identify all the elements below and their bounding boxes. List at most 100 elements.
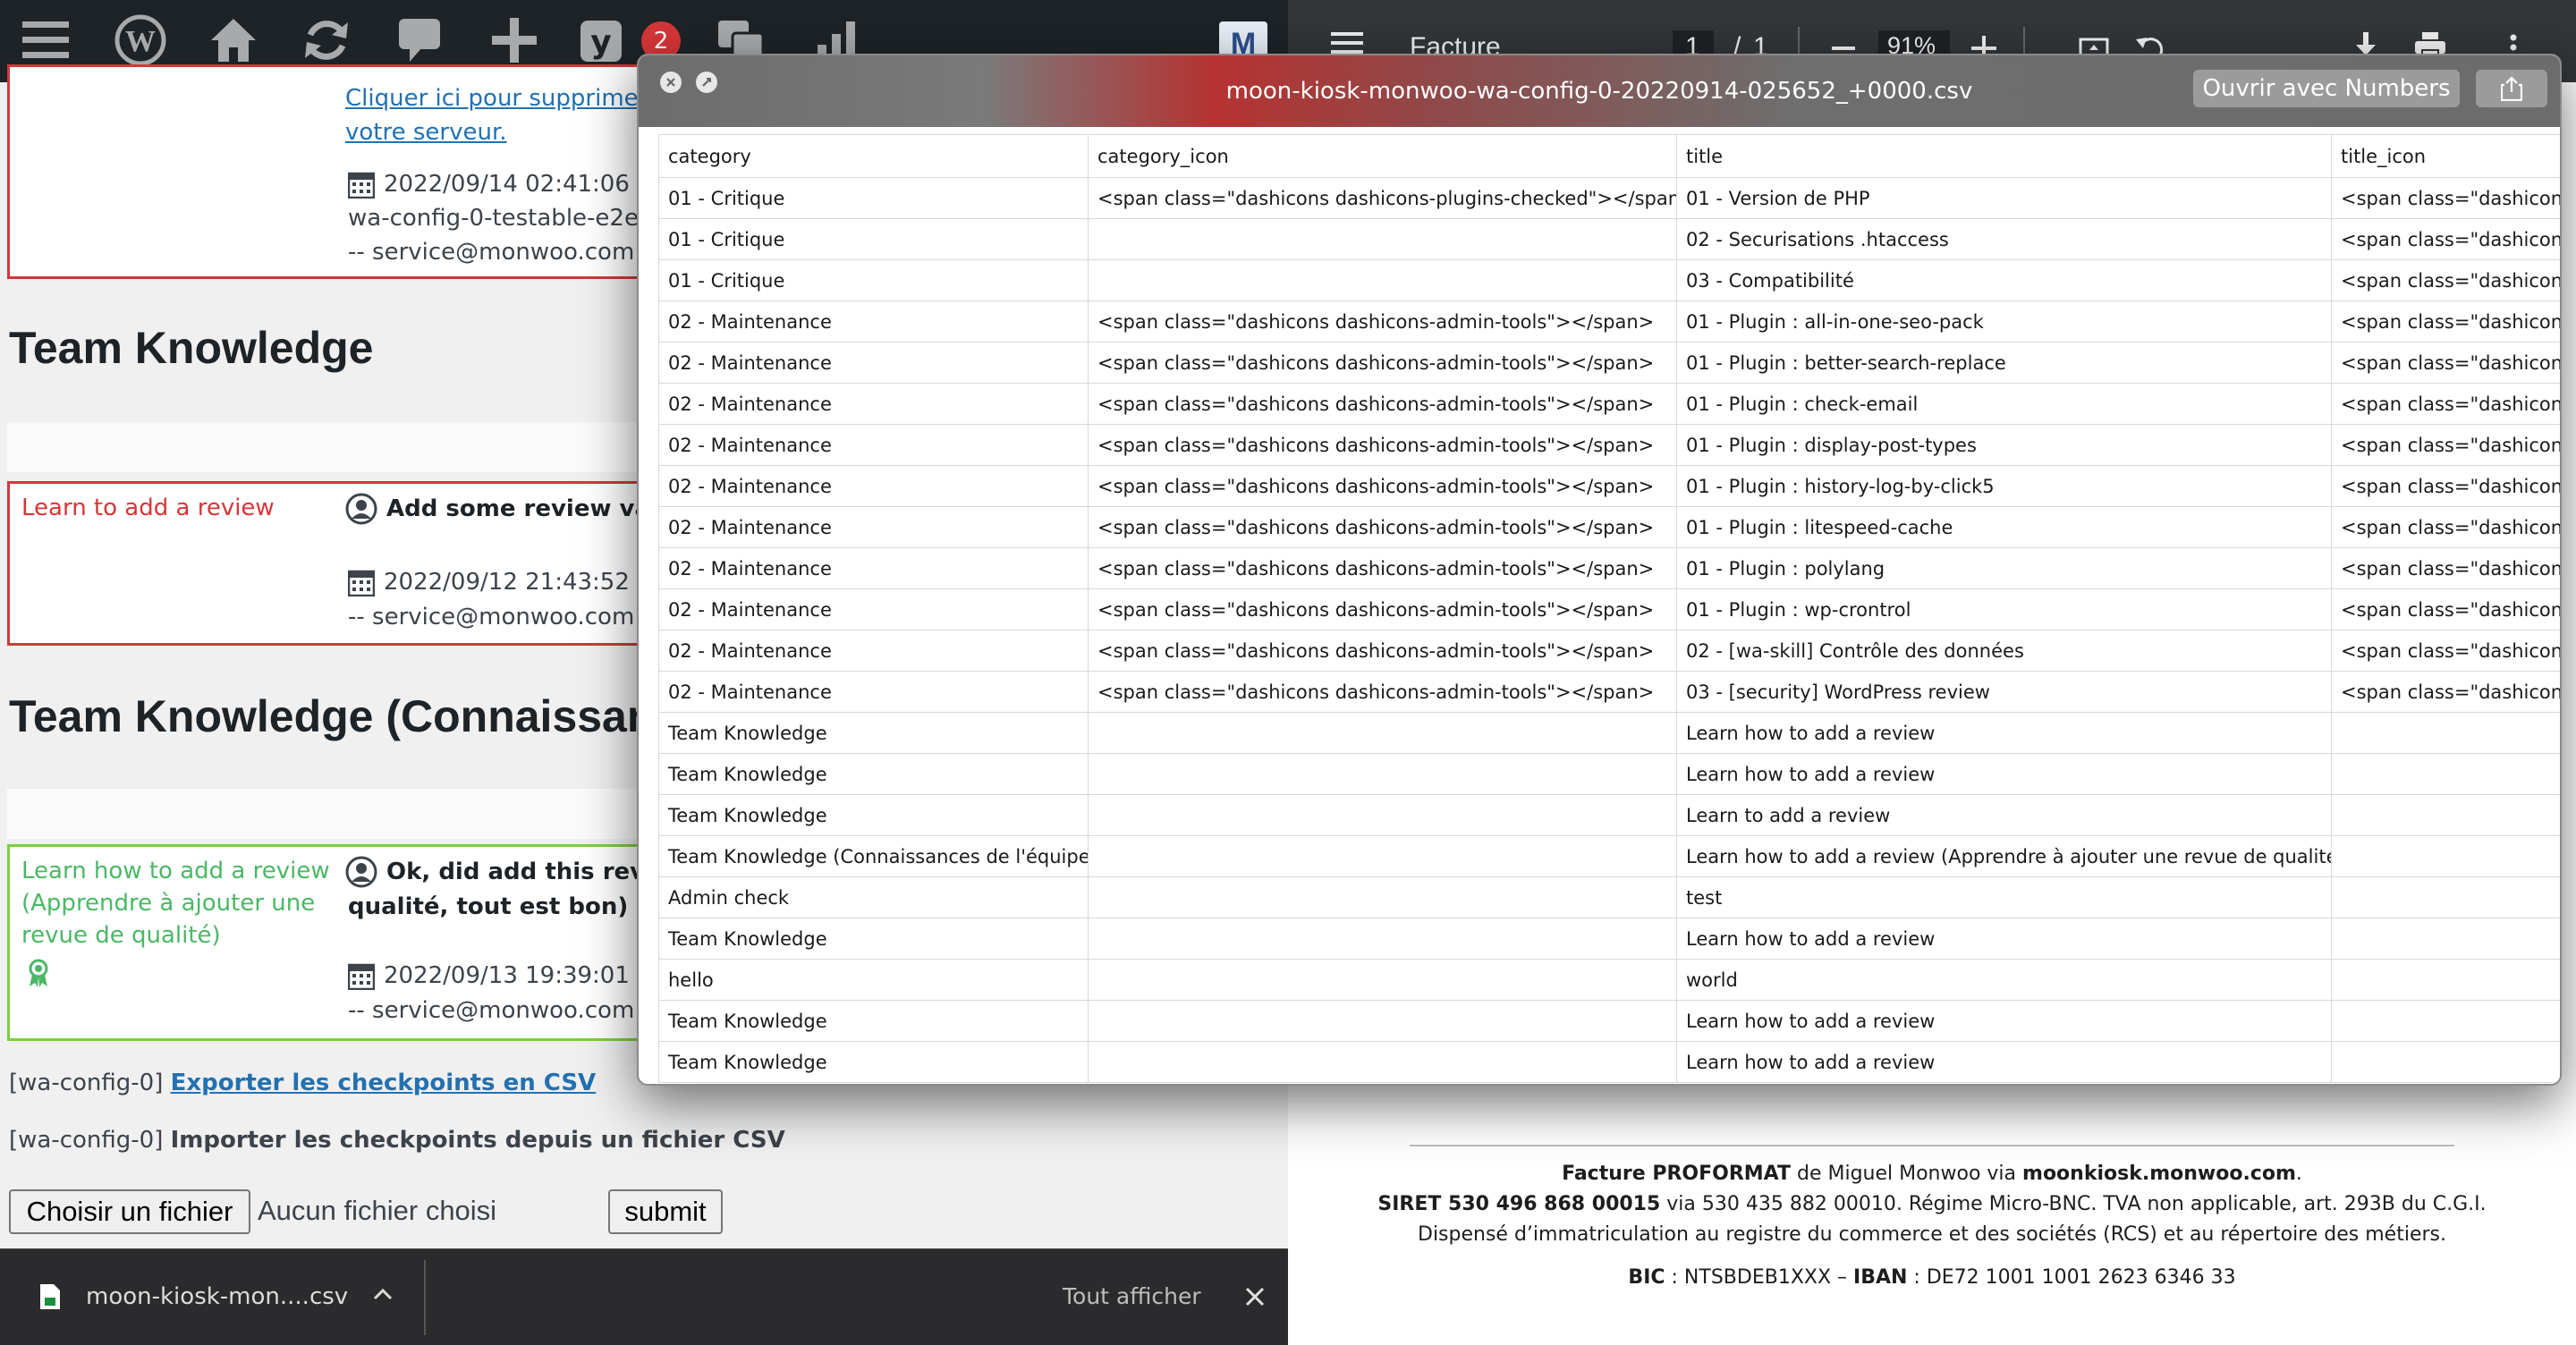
open-with-numbers-button[interactable]: Ouvrir avec Numbers xyxy=(2193,70,2460,107)
svg-text:W: W xyxy=(125,25,156,58)
menu-icon[interactable] xyxy=(18,13,73,68)
table-cell xyxy=(2331,835,2560,877)
table-cell: <span class="dashicons dashicons-admin-t… xyxy=(1088,383,1677,425)
footer-rule xyxy=(1410,1145,2454,1146)
table-cell: <span class="dashicons xyxy=(2331,259,2560,301)
table-cell: <span class="dashicons xyxy=(2331,588,2560,630)
table-cell: <span class="dashicons dashicons-admin-t… xyxy=(1088,465,1677,507)
menu-icon[interactable] xyxy=(1331,30,1363,55)
csv-table-container[interactable]: category category_icon title title_icon 01 -… xyxy=(658,134,2560,1084)
table-cell: <span class="dashicons xyxy=(2331,671,2560,713)
table-cell: <span class="dashicons xyxy=(2331,465,2560,507)
svg-text:y: y xyxy=(590,24,611,61)
table-cell: 02 - [wa-skill] Contrôle des données xyxy=(1676,630,2332,672)
table-cell xyxy=(1088,959,1677,1001)
file-icon xyxy=(39,1283,61,1310)
zoom-out-icon[interactable] xyxy=(1832,47,1855,50)
table-cell xyxy=(1088,876,1677,918)
close-icon[interactable] xyxy=(1245,1287,1265,1307)
table-cell: Team Knowledge xyxy=(658,1000,1089,1042)
delete-link-line2[interactable]: votre serveur. xyxy=(345,119,507,146)
column-header: category xyxy=(658,134,1089,178)
table-cell: 02 - Maintenance xyxy=(658,300,1089,343)
table-cell: <span class="dashicons dashicons-admin-t… xyxy=(1088,342,1677,384)
import-prefix: [wa-config-0] xyxy=(9,1127,164,1154)
share-icon[interactable] xyxy=(2476,70,2547,107)
table-cell xyxy=(1088,794,1677,836)
table-cell: Admin check xyxy=(658,876,1089,918)
delete-link[interactable]: Cliquer ici pour supprimer xyxy=(345,85,648,112)
table-cell: 01 - Critique xyxy=(658,259,1089,301)
table-cell: <span class="dashicons xyxy=(2331,218,2560,260)
table-row: 02 - Maintenance <span class="dashicons d… xyxy=(658,630,2560,672)
yoast-icon[interactable]: y xyxy=(576,13,631,68)
download-filename[interactable]: moon-kiosk-mon....csv xyxy=(86,1283,348,1310)
table-cell: test xyxy=(1676,876,2332,918)
checkpoint-date: 2022/09/14 02:41:06 + xyxy=(384,171,657,198)
plus-icon[interactable] xyxy=(487,13,542,68)
table-cell: <span class="dashicons xyxy=(2331,424,2560,466)
checkpoint-origin: wa-config-0-testable-e2e- xyxy=(348,205,648,232)
table-cell: 01 - Plugin : wp-crontrol xyxy=(1676,588,2332,630)
table-cell xyxy=(2331,1041,2560,1083)
table-cell: 02 - Maintenance xyxy=(658,506,1089,548)
chevron-up-icon[interactable] xyxy=(372,1287,394,1301)
table-cell: Team Knowledge (Connaissances de l'équip… xyxy=(658,835,1089,877)
checkpoint-category-line3: revue de qualité) xyxy=(21,922,221,949)
table-cell: 01 - Plugin : history-log-by-click5 xyxy=(1676,465,2332,507)
table-cell: Team Knowledge xyxy=(658,918,1089,960)
export-prefix: [wa-config-0] xyxy=(9,1070,164,1096)
table-row: Team Knowledge Learn to add a review xyxy=(658,794,2560,836)
table-cell xyxy=(1088,259,1677,301)
download-bar: moon-kiosk-mon....csv Tout afficher xyxy=(0,1248,1288,1345)
checkpoint-date: 2022/09/13 19:39:01 +( xyxy=(384,962,666,989)
table-cell: 01 - Plugin : polylang xyxy=(1676,547,2332,589)
import-line: [wa-config-0] Importer les checkpoints d… xyxy=(9,1127,785,1154)
table-cell xyxy=(2331,1000,2560,1042)
table-cell: <span class="dashicons xyxy=(2331,383,2560,425)
table-cell xyxy=(2331,794,2560,836)
table-cell: Learn how to add a review xyxy=(1676,918,2332,960)
table-cell: 02 - Maintenance xyxy=(658,671,1089,713)
table-header-row: category category_icon title title_icon xyxy=(658,134,2560,178)
table-row: Team Knowledge Learn how to add a review xyxy=(658,1000,2560,1042)
wordpress-icon[interactable]: W xyxy=(113,13,168,68)
table-cell: <span class="dashicons xyxy=(2331,547,2560,589)
table-row: 02 - Maintenance <span class="dashicons d… xyxy=(658,506,2560,548)
table-row: 02 - Maintenance <span class="dashicons d… xyxy=(658,342,2560,384)
table-cell: <span class="dashicons dashicons-plugins… xyxy=(1088,177,1677,219)
checkpoint-category-line2: (Apprendre à ajouter une xyxy=(21,890,316,917)
close-icon[interactable] xyxy=(660,72,682,93)
table-cell: 01 - Critique xyxy=(658,218,1089,260)
show-all-button[interactable]: Tout afficher xyxy=(1063,1283,1201,1309)
table-row: 02 - Maintenance <span class="dashicons d… xyxy=(658,465,2560,507)
table-cell: <span class="dashicons dashicons-admin-t… xyxy=(1088,547,1677,589)
table-cell xyxy=(1088,835,1677,877)
footer-line-4: BIC : NTSBDEB1XXX – IBAN : DE72 1001 100… xyxy=(1628,1266,2236,1289)
table-cell: <span class="dashicons dashicons-admin-t… xyxy=(1088,506,1677,548)
table-cell xyxy=(1088,712,1677,754)
fullscreen-icon[interactable] xyxy=(696,72,717,93)
home-icon[interactable] xyxy=(206,13,261,68)
comment-icon[interactable] xyxy=(392,13,447,68)
file-status: Aucun fichier choisi xyxy=(258,1195,497,1226)
table-row: 02 - Maintenance <span class="dashicons d… xyxy=(658,300,2560,343)
export-line: [wa-config-0] Exporter les checkpoints e… xyxy=(9,1070,596,1096)
quicklook-window: moon-kiosk-monwoo-wa-config-0-20220914-0… xyxy=(637,54,2562,1086)
submit-button[interactable]: submit xyxy=(608,1189,723,1234)
table-cell: Team Knowledge xyxy=(658,794,1089,836)
import-label: Importer les checkpoints depuis un fichi… xyxy=(170,1127,785,1154)
export-csv-link[interactable]: Exporter les checkpoints en CSV xyxy=(171,1070,597,1096)
table-cell: Learn how to add a review (Apprendre à a… xyxy=(1676,835,2332,877)
table-cell: 01 - Plugin : all-in-one-seo-pack xyxy=(1676,300,2332,343)
table-cell: <span class="dashicons dashicons-admin-t… xyxy=(1088,424,1677,466)
table-row: 02 - Maintenance <span class="dashicons d… xyxy=(658,424,2560,466)
table-cell: Team Knowledge xyxy=(658,712,1089,754)
table-cell: 01 - Plugin : check-email xyxy=(1676,383,2332,425)
choose-file-button[interactable]: Choisir un fichier xyxy=(9,1189,250,1234)
refresh-icon[interactable] xyxy=(299,13,354,68)
footer-line-1: Facture PROFORMAT de Miguel Monwoo via m… xyxy=(1562,1163,2302,1185)
table-cell: Learn how to add a review xyxy=(1676,1000,2332,1042)
table-row: 02 - Maintenance <span class="dashicons d… xyxy=(658,588,2560,630)
table-cell xyxy=(2331,753,2560,795)
